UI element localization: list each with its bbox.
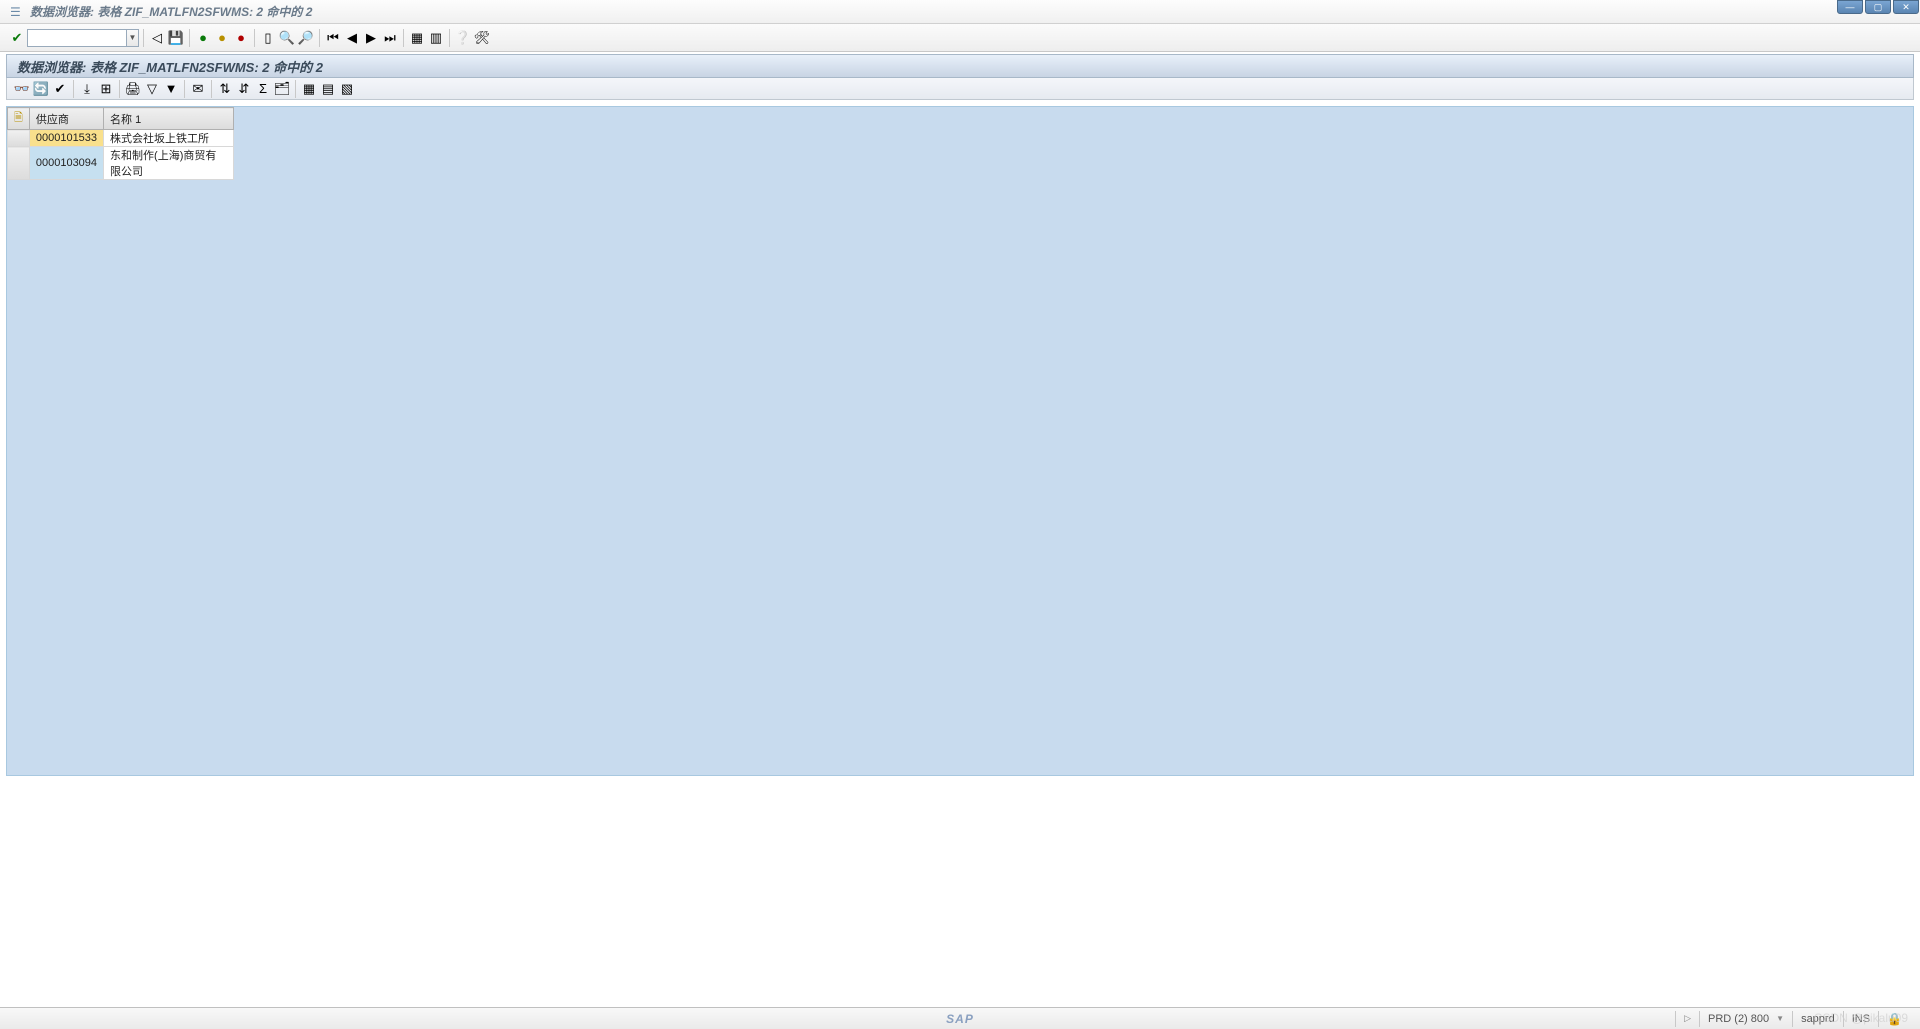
customize-icon[interactable]: 🛠 xyxy=(473,29,491,47)
lock-icon: 🔒 xyxy=(1887,1012,1902,1026)
data-table: 🗎 供应商 名称 1 0000101533 株式会社坂上铁工所 00001030… xyxy=(7,107,234,180)
table-header-row: 🗎 供应商 名称 1 xyxy=(8,108,234,130)
layout-icon[interactable]: ▦ xyxy=(300,80,318,98)
new-session-icon[interactable]: ▦ xyxy=(408,29,426,47)
spreadsheet-icon[interactable]: ⊞ xyxy=(97,80,115,98)
triangle-right-icon: ▷ xyxy=(1684,1013,1691,1024)
find-icon[interactable]: 🔍 xyxy=(278,29,296,47)
toolbar-separator xyxy=(119,80,120,98)
toolbar-separator xyxy=(73,80,74,98)
statusbar: SAP ▷ PRD (2) 800 ▼ sapprd INS 🔒 xyxy=(0,1007,1920,1029)
cell-supplier[interactable]: 0000103094 xyxy=(29,147,103,180)
toolbar-separator xyxy=(295,80,296,98)
find-next-icon[interactable]: 🔎 xyxy=(297,29,315,47)
system-toolbar: ✔ ▼ ◁ 💾 ● ● ● ▯ 🔍 🔎 ⏮ ◀ ▶ ⏭ ▦ ▥ ❔ 🛠 xyxy=(0,24,1920,52)
status-expand[interactable]: ▷ xyxy=(1675,1011,1699,1027)
column-header-supplier[interactable]: 供应商 xyxy=(29,108,103,130)
status-mode: INS xyxy=(1843,1011,1878,1027)
shortcut-icon[interactable]: ▥ xyxy=(427,29,445,47)
save-layout-icon[interactable]: ▧ xyxy=(338,80,356,98)
row-selector[interactable] xyxy=(8,147,30,180)
refresh-icon[interactable]: 🔄 xyxy=(32,80,50,98)
status-system-text: PRD (2) 800 xyxy=(1708,1013,1769,1025)
check-entries-icon[interactable]: ✔ xyxy=(51,80,69,98)
back-nav-icon[interactable]: ● xyxy=(194,29,212,47)
sort-asc-icon[interactable]: ⇅ xyxy=(216,80,234,98)
toolbar-separator xyxy=(319,29,320,47)
first-page-icon[interactable]: ⏮ xyxy=(324,29,342,47)
page-header: 数据浏览器: 表格 ZIF_MATLFN2SFWMS: 2 命中的 2 xyxy=(6,54,1914,78)
toolbar-separator xyxy=(189,29,190,47)
row-selector[interactable] xyxy=(8,130,30,147)
cell-name1[interactable]: 株式会社坂上铁工所 xyxy=(104,130,234,147)
chevron-down-icon: ▼ xyxy=(1776,1014,1784,1023)
toolbar-separator xyxy=(184,80,185,98)
page-title: 数据浏览器: 表格 ZIF_MATLFN2SFWMS: 2 命中的 2 xyxy=(17,57,323,76)
maximize-button[interactable]: ▢ xyxy=(1865,0,1891,14)
filter-icon[interactable]: ▽ xyxy=(143,80,161,98)
window-controls: — ▢ ✕ xyxy=(1836,0,1920,18)
next-page-icon[interactable]: ▶ xyxy=(362,29,380,47)
select-all-cell[interactable]: 🗎 xyxy=(8,108,30,130)
subtotal-icon[interactable]: 🗂 xyxy=(273,80,291,98)
close-button[interactable]: ✕ xyxy=(1893,0,1919,14)
status-lock[interactable]: 🔒 xyxy=(1878,1011,1910,1027)
glasses-icon[interactable]: 👓 xyxy=(13,80,31,98)
application-toolbar: 👓 🔄 ✔ ⤓ ⊞ 🖨 ▽ ▼ ✉ ⇅ ⇵ Σ 🗂 ▦ ▤ ▧ xyxy=(6,78,1914,100)
sort-desc-icon[interactable]: ⇵ xyxy=(235,80,253,98)
minimize-button[interactable]: — xyxy=(1837,0,1863,14)
save-icon[interactable]: 💾 xyxy=(167,29,185,47)
total-icon[interactable]: Σ xyxy=(254,80,272,98)
table-row[interactable]: 0000103094 东和制作(上海)商贸有限公司 xyxy=(8,147,234,180)
status-system[interactable]: PRD (2) 800 ▼ xyxy=(1699,1011,1792,1027)
change-layout-icon[interactable]: ▤ xyxy=(319,80,337,98)
column-header-name1[interactable]: 名称 1 xyxy=(104,108,234,130)
sap-logo: SAP xyxy=(946,1012,974,1026)
window-title: 数据浏览器: 表格 ZIF_MATLFN2SFWMS: 2 命中的 2 xyxy=(30,3,312,20)
table-row[interactable]: 0000101533 株式会社坂上铁工所 xyxy=(8,130,234,147)
toolbar-separator xyxy=(403,29,404,47)
window-menu-icon[interactable]: ☰ xyxy=(10,5,24,19)
document-icon: 🗎 xyxy=(14,112,23,124)
exit-icon[interactable]: ● xyxy=(213,29,231,47)
window-titlebar: ☰ 数据浏览器: 表格 ZIF_MATLFN2SFWMS: 2 命中的 2 — … xyxy=(0,0,1920,24)
last-page-icon[interactable]: ⏭ xyxy=(381,29,399,47)
export-icon[interactable]: ⤓ xyxy=(78,80,96,98)
cell-name1[interactable]: 东和制作(上海)商贸有限公司 xyxy=(104,147,234,180)
command-field-dropdown[interactable]: ▼ xyxy=(127,29,139,47)
back-icon[interactable]: ◁ xyxy=(148,29,166,47)
data-grid-area: 🗎 供应商 名称 1 0000101533 株式会社坂上铁工所 00001030… xyxy=(6,106,1914,776)
toolbar-separator xyxy=(211,80,212,98)
enter-icon[interactable]: ✔ xyxy=(8,29,26,47)
cancel-icon[interactable]: ● xyxy=(232,29,250,47)
prev-page-icon[interactable]: ◀ xyxy=(343,29,361,47)
toolbar-separator xyxy=(254,29,255,47)
print-icon[interactable]: ▯ xyxy=(259,29,277,47)
command-field[interactable] xyxy=(27,29,127,47)
help-icon[interactable]: ❔ xyxy=(454,29,472,47)
toolbar-separator xyxy=(143,29,144,47)
filter-delete-icon[interactable]: ▼ xyxy=(162,80,180,98)
mail-icon[interactable]: ✉ xyxy=(189,80,207,98)
toolbar-separator xyxy=(449,29,450,47)
print-list-icon[interactable]: 🖨 xyxy=(124,80,142,98)
status-server: sapprd xyxy=(1792,1011,1843,1027)
cell-supplier[interactable]: 0000101533 xyxy=(29,130,103,147)
command-field-wrap: ▼ xyxy=(27,29,139,47)
